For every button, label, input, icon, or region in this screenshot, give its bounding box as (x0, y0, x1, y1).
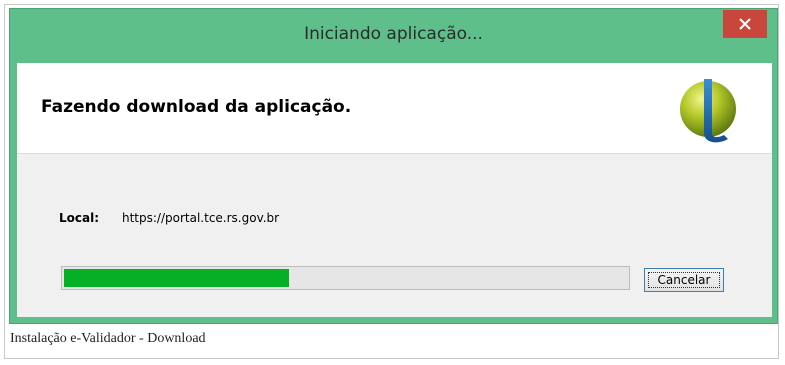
dialog-content: Fazendo download da aplicação. Local: ht… (17, 63, 772, 317)
close-icon (739, 18, 751, 30)
image-caption: Instalação e-Validador - Download (10, 331, 206, 346)
progress-fill (64, 269, 289, 287)
header-band: Fazendo download da aplicação. (17, 63, 772, 154)
download-progress-bar (61, 266, 630, 290)
location-value: https://portal.tce.rs.gov.br (122, 211, 280, 225)
close-button[interactable] (723, 10, 767, 38)
cancel-button[interactable]: Cancelar (644, 268, 724, 292)
location-label: Local: (59, 211, 100, 225)
focus-rectangle (648, 272, 720, 288)
download-dialog: Iniciando aplicação... Fazendo download … (9, 8, 778, 324)
title-bar[interactable]: Iniciando aplicação... (10, 9, 777, 63)
app-logo-icon (680, 79, 736, 143)
window-title: Iniciando aplicação... (304, 24, 483, 44)
status-heading: Fazendo download da aplicação. (41, 97, 352, 117)
